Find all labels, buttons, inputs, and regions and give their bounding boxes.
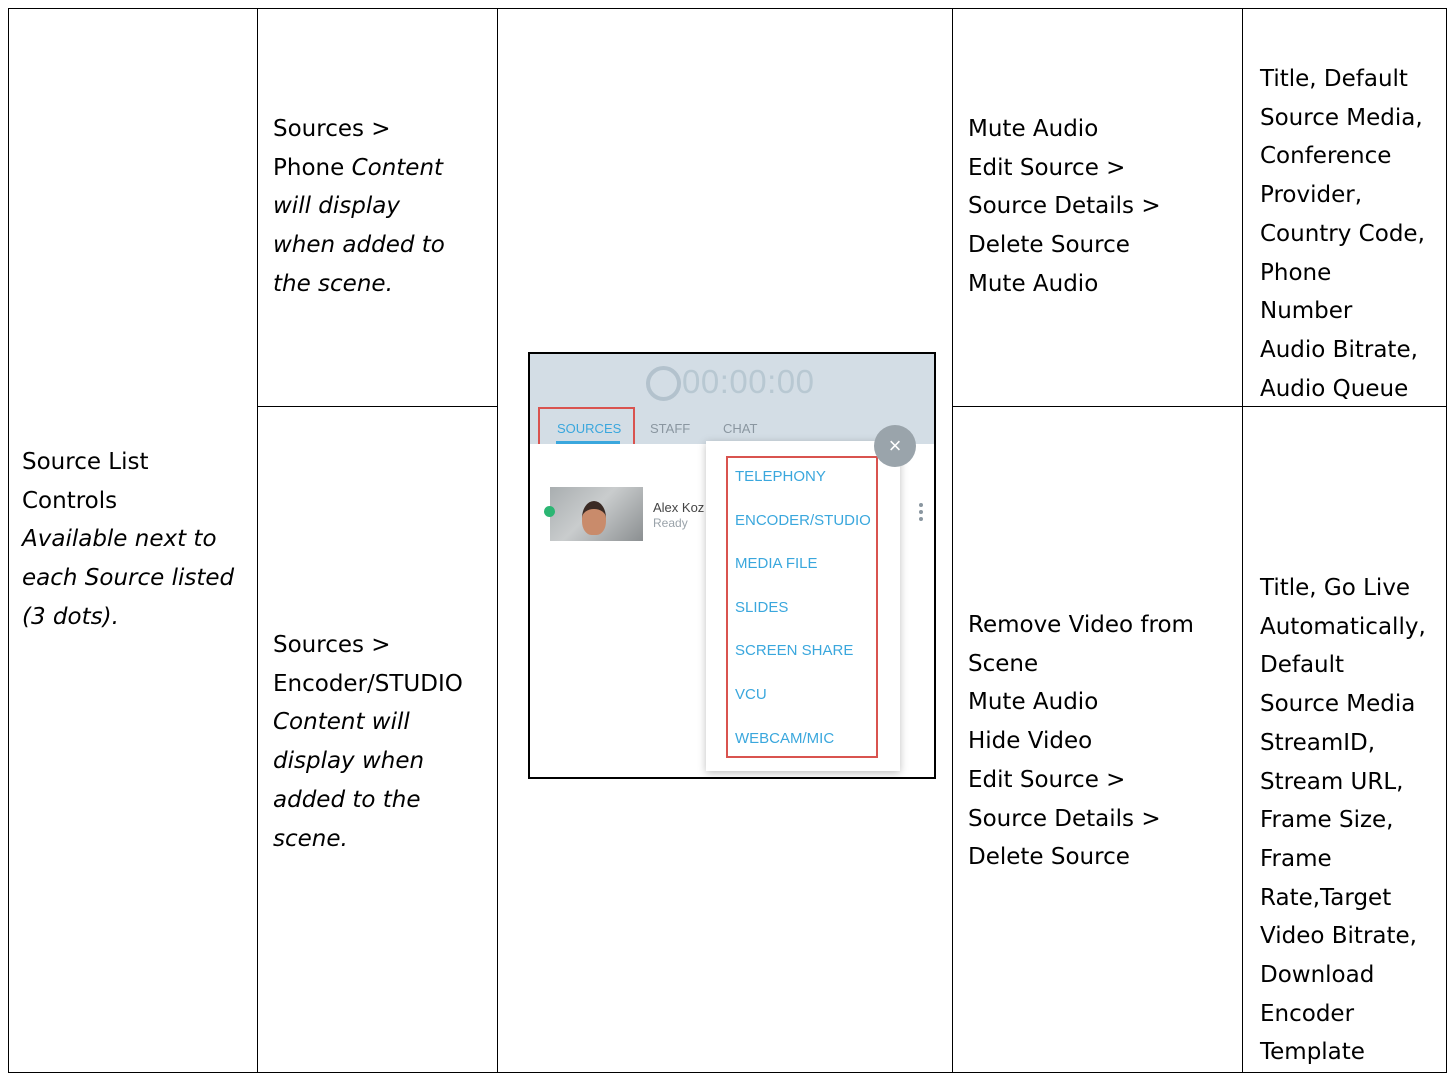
field-line: Phone xyxy=(1260,259,1332,286)
field-line: Country Code, xyxy=(1260,220,1425,247)
phone-fields-cell: Title, Default Source Media, Conference … xyxy=(1260,60,1425,408)
source-encoder-line: Sources > xyxy=(273,632,391,658)
field-line: Stream URL, xyxy=(1260,768,1404,795)
row-label-note: (3 dots). xyxy=(22,603,119,630)
action-item: Delete Source xyxy=(968,232,1130,259)
tab-chat[interactable]: CHAT xyxy=(723,421,757,436)
source-phone-note: the scene. xyxy=(273,270,393,297)
action-item: Remove Video from xyxy=(968,612,1194,638)
action-item: Edit Source > xyxy=(968,154,1126,181)
more-options-icon[interactable] xyxy=(919,503,923,524)
timer-display: 00:00:00 xyxy=(682,363,815,400)
field-line: Frame xyxy=(1260,845,1332,872)
field-line: Video Bitrate, xyxy=(1260,923,1417,950)
person-image xyxy=(582,501,606,535)
field-line: Frame Size, xyxy=(1260,807,1394,834)
action-item: Mute Audio xyxy=(968,270,1099,297)
field-line: Rate,Target xyxy=(1260,884,1392,911)
field-line: StreamID, xyxy=(1260,729,1376,756)
row-label-line: Source List xyxy=(22,449,149,475)
source-phone-note: when added to xyxy=(273,232,445,259)
field-line: Source Media, xyxy=(1260,104,1423,131)
field-line: Title, Default xyxy=(1260,66,1408,92)
source-phone-line: Phone Content xyxy=(273,149,445,188)
table-border-left xyxy=(8,8,9,1073)
encoder-fields-cell: Title, Go Live Automatically, Default So… xyxy=(1260,569,1426,1072)
tab-staff[interactable]: STAFF xyxy=(650,421,690,436)
source-phone-note: Content xyxy=(351,154,444,181)
row-label-line: Controls xyxy=(22,487,118,514)
column-divider-4 xyxy=(1242,8,1243,1073)
source-phone-cell: Sources > Phone Content will display whe… xyxy=(273,110,445,304)
field-line: Template xyxy=(1260,1039,1365,1066)
menu-item-slides[interactable]: SLIDES xyxy=(735,599,788,616)
menu-item-media-file[interactable]: MEDIA FILE xyxy=(735,555,818,572)
field-line: Encoder xyxy=(1260,1000,1355,1027)
action-item: Source Details > xyxy=(968,805,1161,832)
column-divider-2 xyxy=(497,8,498,1073)
source-name: Alex Koz xyxy=(653,500,705,515)
sources-panel-screenshot: 00:00:00 SOURCES STAFF CHAT Alex Koz Rea… xyxy=(528,352,936,779)
action-item: Mute Audio xyxy=(968,689,1099,716)
field-line: Provider, xyxy=(1260,182,1363,209)
source-encoder-note: scene. xyxy=(273,825,348,852)
source-status: Ready xyxy=(653,516,688,530)
phone-actions-cell: Mute Audio Edit Source > Source Details … xyxy=(968,110,1161,304)
row-label-note: each Source listed xyxy=(22,565,235,592)
source-encoder-note: display when xyxy=(273,748,425,775)
panel-header: 00:00:00 SOURCES STAFF CHAT xyxy=(530,354,934,453)
table-border-bottom xyxy=(8,1072,1447,1073)
field-line: Number xyxy=(1260,298,1353,325)
menu-item-screen-share[interactable]: SCREEN SHARE xyxy=(735,642,853,659)
menu-item-webcam-mic[interactable]: WEBCAM/MIC xyxy=(735,730,834,747)
source-phone-type: Phone xyxy=(273,154,352,181)
field-line: Automatically, xyxy=(1260,613,1426,640)
source-encoder-note: Content will xyxy=(273,709,410,736)
action-item: Mute Audio xyxy=(968,116,1099,142)
source-phone-line: Sources > xyxy=(273,116,391,142)
field-line: Default xyxy=(1260,652,1345,679)
row-label-note: Available next to xyxy=(22,526,217,553)
action-item: Hide Video xyxy=(968,728,1093,755)
source-encoder-cell: Sources > Encoder/STUDIO Content will di… xyxy=(273,626,463,858)
close-icon[interactable]: × xyxy=(874,425,916,467)
field-line: Conference xyxy=(1260,143,1392,170)
field-line: Title, Go Live xyxy=(1260,575,1411,601)
field-line: Audio Bitrate, xyxy=(1260,336,1418,363)
field-line: Source Media xyxy=(1260,691,1416,718)
source-thumbnail[interactable] xyxy=(550,487,643,541)
column-divider-1 xyxy=(257,8,258,1073)
column-divider-3 xyxy=(952,8,953,1073)
live-status-dot xyxy=(544,506,555,517)
action-item: Edit Source > xyxy=(968,766,1126,793)
source-encoder-line: Encoder/STUDIO xyxy=(273,670,463,697)
action-item: Source Details > xyxy=(968,193,1161,220)
menu-item-encoder-studio[interactable]: ENCODER/STUDIO xyxy=(735,512,871,529)
encoder-actions-cell: Remove Video from Scene Mute Audio Hide … xyxy=(968,606,1194,877)
source-phone-note: will display xyxy=(273,193,400,220)
action-item: Delete Source xyxy=(968,844,1130,871)
row-divider-left xyxy=(257,406,498,407)
field-line: Audio Queue xyxy=(1260,375,1409,402)
source-encoder-note: added to the xyxy=(273,786,421,813)
menu-item-vcu[interactable]: VCU xyxy=(735,686,767,703)
field-line: Download xyxy=(1260,962,1375,989)
action-item: Scene xyxy=(968,650,1039,677)
timer-ring-icon xyxy=(646,366,681,401)
table-border-top xyxy=(8,8,1447,9)
row-label-cell: Source List Controls Available next to e… xyxy=(22,443,234,637)
menu-item-telephony[interactable]: TELEPHONY xyxy=(735,468,826,485)
